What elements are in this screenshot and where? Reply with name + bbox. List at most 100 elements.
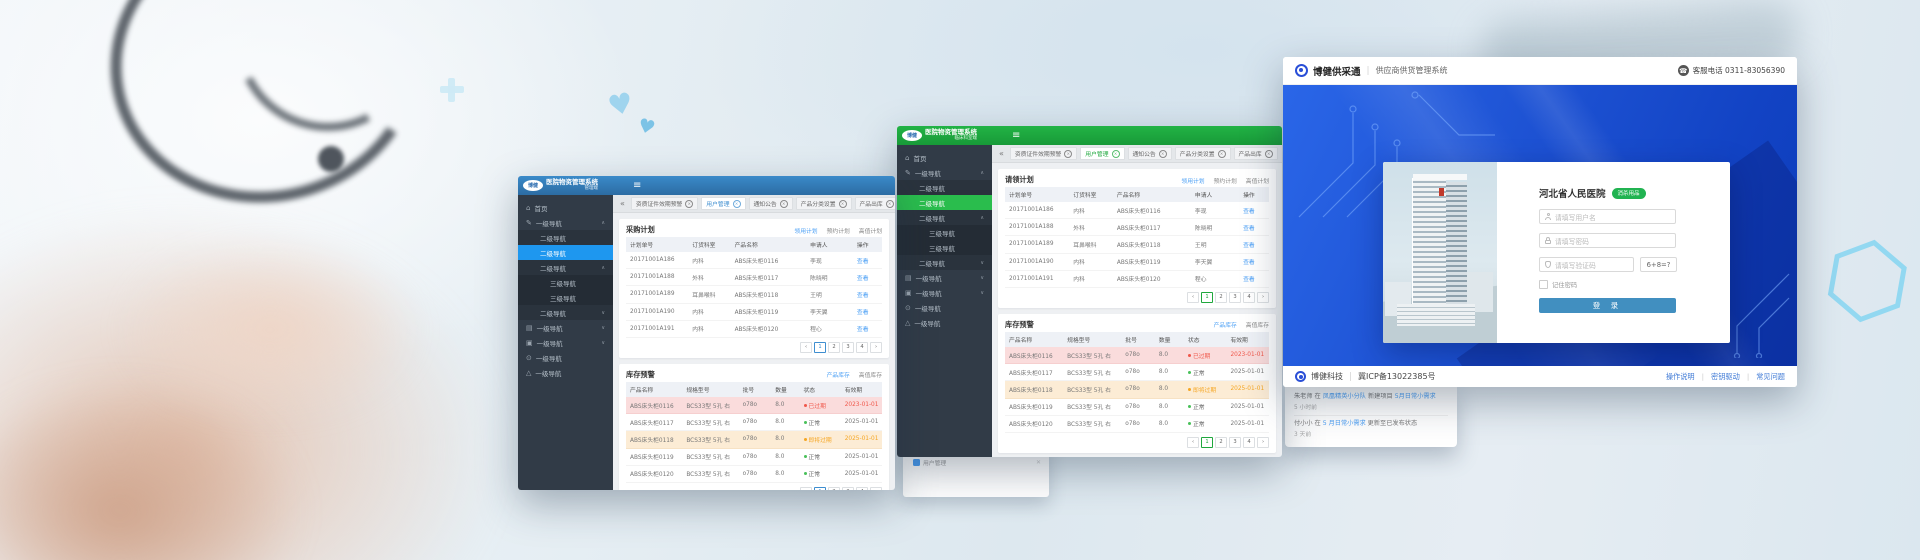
sidebar-item-level1[interactable]: ⊙一级导航 — [897, 300, 992, 315]
feed-link[interactable]: 5月日常小需求 — [1395, 393, 1436, 400]
username-field[interactable]: 请填写用户名 — [1539, 209, 1676, 224]
page-button[interactable]: 3 — [1229, 437, 1241, 448]
sidebar-item-level1[interactable]: ⌂首页 — [518, 200, 613, 215]
page-button[interactable]: › — [870, 487, 882, 490]
page-button[interactable]: ‹ — [1187, 437, 1199, 448]
feed-link[interactable]: 凤凰精英小分队 — [1323, 393, 1366, 400]
page-button[interactable]: 2 — [1215, 437, 1227, 448]
collapse-tabs-icon[interactable]: « — [999, 149, 1004, 158]
footer-link-key-driver[interactable]: 密钥驱动 — [1711, 372, 1740, 382]
tab-close-icon[interactable]: × — [733, 200, 741, 208]
view-link[interactable]: 查看 — [857, 276, 869, 282]
view-link[interactable]: 查看 — [1243, 243, 1255, 249]
page-button[interactable]: 2 — [828, 342, 840, 353]
page-button[interactable]: › — [870, 342, 882, 353]
page-button[interactable]: 2 — [828, 487, 840, 490]
sidebar-item-level1[interactable]: ✎一级导航∧ — [897, 165, 992, 180]
card-link[interactable]: 产品库存 — [1214, 320, 1237, 329]
remember-checkbox[interactable] — [1539, 280, 1548, 289]
tab-通知公告[interactable]: 通知公告× — [1128, 147, 1172, 160]
captcha-field[interactable]: 请填写验证码 — [1539, 257, 1634, 272]
view-link[interactable]: 查看 — [857, 310, 869, 316]
card-link[interactable]: 产品库存 — [827, 370, 850, 379]
page-button[interactable]: 1 — [814, 487, 826, 490]
page-button[interactable]: 3 — [842, 342, 854, 353]
page-button[interactable]: › — [1257, 437, 1269, 448]
footer-link-faq[interactable]: 常见问题 — [1756, 372, 1785, 382]
page-button[interactable]: 4 — [1243, 437, 1255, 448]
card-link[interactable]: 领用计划 — [1181, 176, 1204, 185]
card-link[interactable]: 预约计划 — [827, 226, 850, 235]
sidebar-item-level2[interactable]: 二级导航∧ — [518, 260, 613, 275]
card-link[interactable]: 领用计划 — [794, 226, 817, 235]
tab-用户管理[interactable]: 用户管理× — [701, 197, 745, 210]
view-link[interactable]: 查看 — [1243, 260, 1255, 266]
page-button[interactable]: 1 — [1201, 437, 1213, 448]
sidebar-item-level2[interactable]: 二级导航∨ — [518, 305, 613, 320]
sidebar-item-level1[interactable]: ▣一级导航∨ — [897, 285, 992, 300]
tab-close-icon[interactable]: × — [780, 200, 788, 208]
tab-产品出库[interactable]: 产品出库× — [855, 197, 896, 210]
tab-close-icon[interactable]: × — [685, 200, 693, 208]
view-link[interactable]: 查看 — [1243, 277, 1255, 283]
menu-toggle-icon[interactable]: ≡ — [633, 176, 641, 195]
feed-link[interactable]: 5 月日常小需求 — [1323, 420, 1366, 427]
tab-产品出库[interactable]: 产品出库× — [1234, 147, 1278, 160]
sidebar-item-level3[interactable]: 三级导航 — [897, 225, 992, 240]
sidebar-item-level2[interactable]: 二级导航∨ — [897, 255, 992, 270]
sidebar-item-level1[interactable]: ▤一级导航∨ — [897, 270, 992, 285]
sidebar-item-level1[interactable]: ⊙一级导航 — [518, 350, 613, 365]
sidebar-item-level3[interactable]: 三级导航 — [518, 290, 613, 305]
card-link[interactable]: 高值计划 — [1246, 176, 1269, 185]
sidebar-item-level1[interactable]: ⌂首页 — [897, 150, 992, 165]
sidebar-item-level1[interactable]: ▤一级导航∨ — [518, 320, 613, 335]
sidebar-item-level2[interactable]: 二级导航 — [518, 245, 613, 260]
tab-close-icon[interactable]: × — [1218, 150, 1226, 158]
page-button[interactable]: 3 — [842, 487, 854, 490]
collapse-tabs-icon[interactable]: « — [620, 199, 625, 208]
page-button[interactable]: 4 — [856, 487, 868, 490]
card-link[interactable]: 高值库存 — [859, 370, 882, 379]
password-field[interactable]: 请填写密码 — [1539, 233, 1676, 248]
tab-close-icon[interactable]: × — [886, 200, 894, 208]
page-button[interactable]: 2 — [1215, 292, 1227, 303]
page-button[interactable]: 4 — [1243, 292, 1255, 303]
sidebar-item-level2[interactable]: 二级导航 — [897, 195, 992, 210]
sidebar-item-level2[interactable]: 二级导航 — [518, 230, 613, 245]
sidebar-item-level3[interactable]: 三级导航 — [518, 275, 613, 290]
view-link[interactable]: 查看 — [1243, 226, 1255, 232]
page-button[interactable]: 3 — [1229, 292, 1241, 303]
page-button[interactable]: ‹ — [800, 342, 812, 353]
tab-产品分类设置[interactable]: 产品分类设置× — [796, 197, 852, 210]
page-button[interactable]: ‹ — [800, 487, 812, 490]
page-button[interactable]: › — [1257, 292, 1269, 303]
footer-link-manual[interactable]: 操作说明 — [1666, 372, 1695, 382]
sidebar-item-level1[interactable]: △一级导航 — [897, 315, 992, 330]
view-link[interactable]: 查看 — [857, 259, 869, 265]
tab-close-icon[interactable]: × — [1265, 150, 1273, 158]
view-link[interactable]: 查看 — [857, 293, 869, 299]
sidebar-item-level2[interactable]: 二级导航 — [897, 180, 992, 195]
card-link[interactable]: 预约计划 — [1214, 176, 1237, 185]
tab-产品分类设置[interactable]: 产品分类设置× — [1175, 147, 1231, 160]
page-button[interactable]: ‹ — [1187, 292, 1199, 303]
sidebar-item-level2[interactable]: 二级导航∧ — [897, 210, 992, 225]
menu-toggle-icon[interactable]: ≡ — [1012, 126, 1020, 145]
tab-close-icon[interactable]: × — [839, 200, 847, 208]
page-button[interactable]: 1 — [814, 342, 826, 353]
card-link[interactable]: 高值库存 — [1246, 320, 1269, 329]
tab-通知公告[interactable]: 通知公告× — [749, 197, 793, 210]
sidebar-item-level1[interactable]: ✎一级导航∧ — [518, 215, 613, 230]
sidebar-item-level1[interactable]: ▣一级导航∨ — [518, 335, 613, 350]
tab-用户管理[interactable]: 用户管理× — [1080, 147, 1124, 160]
tab-close-icon[interactable]: × — [1064, 150, 1072, 158]
page-button[interactable]: 4 — [856, 342, 868, 353]
list-item[interactable]: 用户管理 ✕ — [913, 458, 1041, 467]
card-link[interactable]: 高值计划 — [859, 226, 882, 235]
view-link[interactable]: 查看 — [857, 327, 869, 333]
page-button[interactable]: 1 — [1201, 292, 1213, 303]
sidebar-item-level1[interactable]: △一级导航 — [518, 365, 613, 380]
close-icon[interactable]: ✕ — [1036, 459, 1041, 466]
sidebar-item-level3[interactable]: 三级导航 — [897, 240, 992, 255]
tab-close-icon[interactable]: × — [1159, 150, 1167, 158]
